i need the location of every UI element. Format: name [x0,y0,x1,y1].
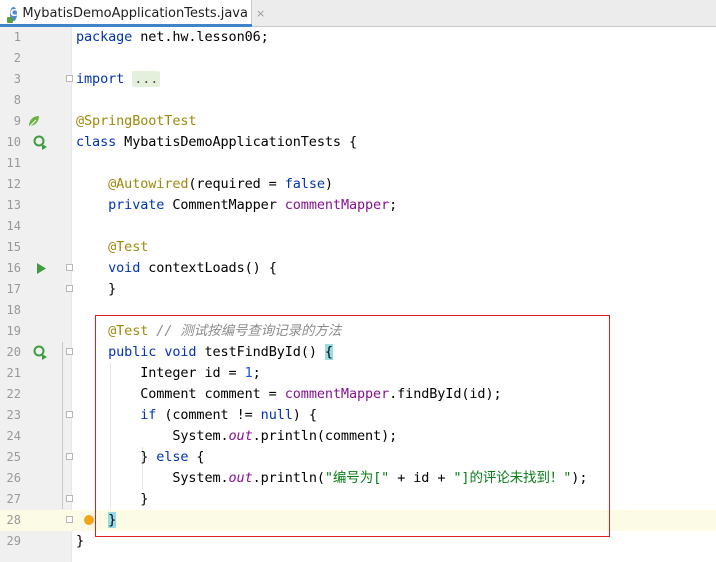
fold-end-icon[interactable] [66,285,73,292]
code-line: 27 } [0,489,716,510]
code-text[interactable]: class MybatisDemoApplicationTests { [76,132,357,153]
line-number: 2 [13,51,21,65]
line-number: 11 [6,156,21,170]
line-number: 15 [6,240,21,254]
code-text[interactable]: @Autowired(required = false) [76,174,333,195]
line-number: 28 [6,513,21,527]
code-text[interactable]: } [76,279,116,300]
line-number: 16 [6,261,21,275]
tab-filename: MybatisDemoApplicationTests.java [22,6,248,21]
code-line: 20 public void testFindById() { [0,342,716,363]
line-number: 12 [6,177,21,191]
code-text[interactable]: Comment comment = commentMapper.findById… [76,384,501,405]
code-line: 8 [0,90,716,111]
code-text[interactable]: void contextLoads() { [76,258,277,279]
fold-end-icon[interactable] [66,495,73,502]
code-line: 14 [0,216,716,237]
code-line: 29 } [0,531,716,552]
run-debug-icon[interactable] [33,342,49,363]
code-comment: // 测试按编号查询记录的方法 [156,323,342,339]
code-text[interactable]: Integer id = 1; [76,363,261,384]
line-number: 9 [13,114,21,128]
code-line: 2 [0,48,716,69]
code-text[interactable]: if (comment != null) { [76,405,317,426]
code-text[interactable]: } [76,531,84,552]
line-number: 21 [6,366,21,380]
code-line: 21 Integer id = 1; [0,363,716,384]
code-line: 25 } else { [0,447,716,468]
code-text[interactable]: private CommentMapper commentMapper; [76,195,397,216]
line-number: 20 [6,345,21,359]
code-line: 12 @Autowired(required = false) [0,174,716,195]
code-line: 22 Comment comment = commentMapper.findB… [0,384,716,405]
code-line: 10 class MybatisDemoApplicationTests { [0,132,716,153]
brace-match: { [324,344,333,360]
fold-collapse-icon[interactable] [66,264,73,271]
code-text[interactable]: @Test [76,237,148,258]
run-icon[interactable] [35,258,47,279]
line-number: 8 [13,93,21,107]
code-line: 23 if (comment != null) { [0,405,716,426]
code-text[interactable]: @SpringBootTest [76,111,197,132]
file-tab[interactable]: C MybatisDemoApplicationTests.java × [0,0,265,27]
editor-tab-bar: C MybatisDemoApplicationTests.java × [0,0,716,27]
line-number: 25 [6,450,21,464]
line-number: 29 [6,534,21,548]
folded-imports[interactable]: ... [132,71,161,87]
code-text[interactable]: System.out.println(comment); [76,426,397,447]
line-number: 10 [6,135,21,149]
line-number: 23 [6,408,21,422]
fold-expand-icon[interactable] [66,75,73,82]
line-number: 18 [6,303,21,317]
line-number: 26 [6,471,21,485]
line-number: 17 [6,282,21,296]
code-line: 19 @Test // 测试按编号查询记录的方法 [0,321,716,342]
line-number: 1 [13,30,21,44]
code-line: 16 void contextLoads() { [0,258,716,279]
line-number: 19 [6,324,21,338]
code-text[interactable]: } [76,510,116,531]
code-text[interactable]: } [76,489,148,510]
code-line: 3 import ... [0,69,716,90]
current-code-line: 28 } [0,510,716,531]
brace-match: } [108,512,117,528]
code-line: 17 } [0,279,716,300]
fold-end-icon[interactable] [66,516,73,523]
line-number: 13 [6,198,21,212]
code-line: 18 [0,300,716,321]
code-text[interactable]: System.out.println("编号为[" + id + "]的评论未找… [76,468,587,489]
code-line: 24 System.out.println(comment); [0,426,716,447]
code-text[interactable]: import ... [76,69,161,90]
code-text[interactable]: @Test // 测试按编号查询记录的方法 [76,321,341,342]
line-number: 24 [6,429,21,443]
code-text[interactable]: package net.hw.lesson06; [76,27,269,48]
code-line: 9 @SpringBootTest [0,111,716,132]
line-number: 22 [6,387,21,401]
line-number: 27 [6,492,21,506]
code-line: 26 System.out.println("编号为[" + id + "]的评… [0,468,716,489]
fold-collapse-icon[interactable] [66,411,73,418]
run-debug-icon[interactable] [33,132,49,153]
code-text[interactable]: public void testFindById() { [76,342,333,363]
java-class-icon: C [6,6,18,23]
code-line: 13 private CommentMapper commentMapper; [0,195,716,216]
fold-collapse-icon[interactable] [66,453,73,460]
line-number: 14 [6,219,21,233]
line-number: 3 [13,72,21,86]
close-icon[interactable]: × [256,7,265,20]
code-line: 15 @Test [0,237,716,258]
code-editor[interactable]: 1 package net.hw.lesson06; 2 3 import ..… [0,27,716,562]
code-line: 11 [0,153,716,174]
code-text[interactable]: } else { [76,447,204,468]
code-line: 1 package net.hw.lesson06; [0,27,716,48]
fold-collapse-icon[interactable] [66,348,73,355]
spring-leaf-icon[interactable] [27,111,41,132]
